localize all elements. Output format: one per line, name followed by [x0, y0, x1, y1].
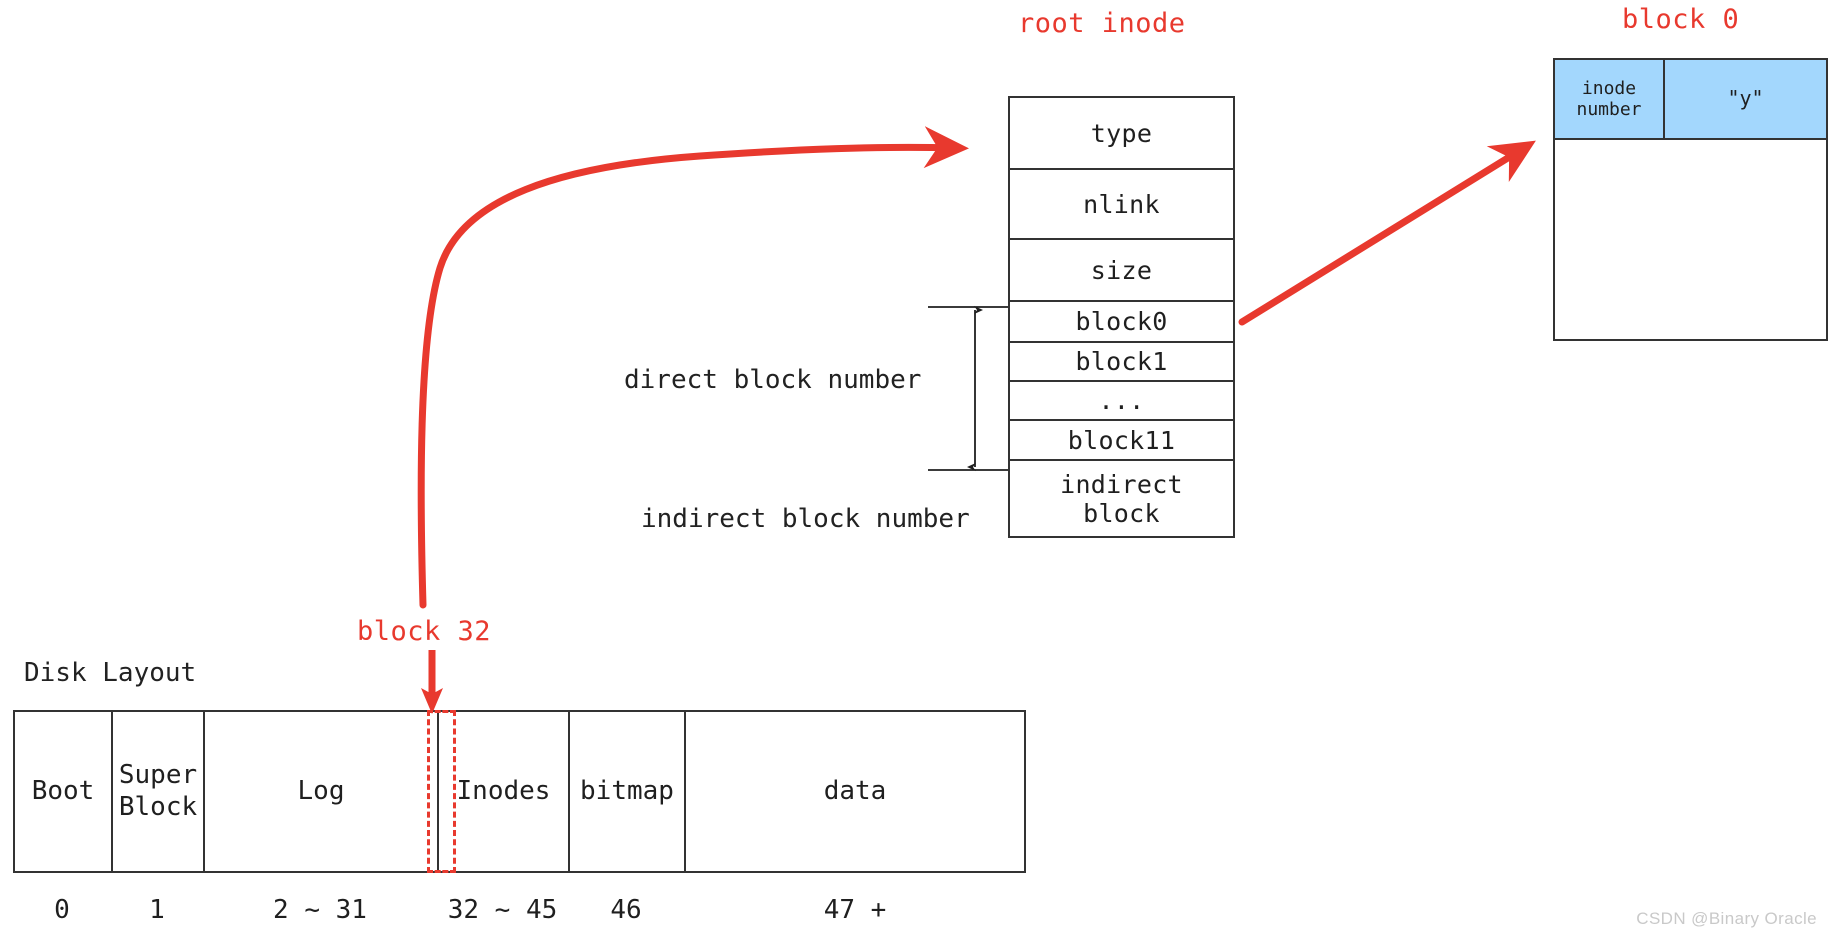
block0-table: inode number "y" [1553, 58, 1828, 341]
disk-region-boot: Boot [15, 712, 113, 871]
disk-region-data: data [823, 775, 887, 806]
disk-range-bitmap: 46 [610, 895, 642, 925]
arrow-block0-to-data-block [1238, 140, 1536, 326]
dirent-inode-number: inode number [1555, 60, 1665, 140]
inode-field-block11: block11 [1010, 421, 1233, 461]
root-inode-title: root inode [1018, 8, 1186, 39]
inode-field-nlink: nlink [1010, 170, 1233, 240]
diagram-canvas: root inode block 0 Disk Layout block 32 … [0, 0, 1835, 937]
inode-field-type: type [1010, 98, 1233, 170]
disk-range-super-block: 1 [149, 895, 165, 925]
direct-block-number-label: direct block number [624, 365, 922, 395]
disk-range-data: 47 + [823, 895, 887, 925]
indirect-block-number-label: indirect block number [641, 504, 970, 534]
disk-layout-strip: Boot Super Block Log Inodes bitmap data [13, 710, 1026, 873]
disk-layout-title: Disk Layout [24, 658, 197, 688]
disk-region-log: Log [205, 712, 439, 871]
inode-field-block1: block1 [1010, 343, 1233, 382]
root-inode-table: type nlink size block0 block1... block11 indir… [1008, 96, 1235, 538]
dirent-file-name: "y" [1665, 60, 1826, 140]
disk-range-inodes: 32 ~ 45 [447, 895, 558, 925]
inode-field-ellipsis: ... [1010, 382, 1233, 421]
direct-block-range-bracket [928, 305, 1008, 472]
csdn-watermark: CSDN @Binary Oracle [1636, 909, 1817, 928]
inode-field-indirect-block: indirect block [1060, 469, 1183, 528]
block32-label: block 32 [357, 616, 492, 647]
disk-layout-block-ranges: 0 1 2 ~ 31 32 ~ 45 46 47 + [13, 890, 1026, 930]
directory-entry-row: inode number "y" [1555, 60, 1826, 140]
disk-range-boot: 0 [54, 895, 70, 925]
disk-range-log: 2 ~ 31 [273, 895, 367, 925]
inode-field-size: size [1010, 240, 1233, 302]
disk-region-super-block: Super Block [113, 712, 205, 871]
disk-region-bitmap: bitmap [570, 712, 686, 871]
block0-title: block 0 [1622, 4, 1740, 35]
arrow-block32-down-to-inodes [421, 650, 443, 714]
disk-region-inodes: Inodes [439, 712, 570, 871]
inode-field-block0: block0 [1010, 302, 1233, 343]
